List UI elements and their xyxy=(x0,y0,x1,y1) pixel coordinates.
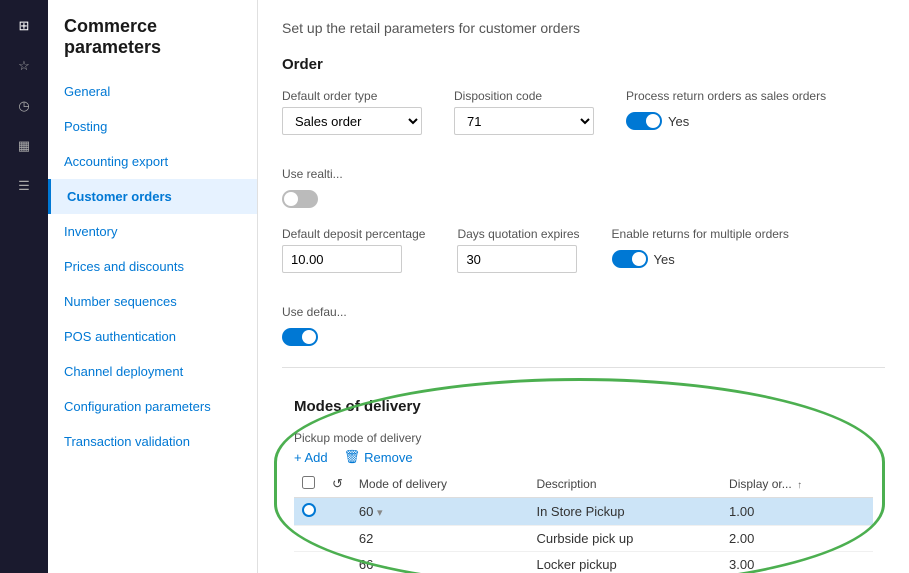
days-quotation-input[interactable] xyxy=(457,245,577,273)
row-select-cell[interactable] xyxy=(294,498,324,526)
table-header-row: ↺ Mode of delivery Description Display o… xyxy=(294,471,873,498)
nav-icon-recent[interactable]: ◷ xyxy=(4,88,44,124)
table-row[interactable]: 62 Curbside pick up 2.00 xyxy=(294,526,873,552)
sidebar-item-transaction-validation[interactable]: Transaction validation xyxy=(48,424,257,459)
sidebar-item-pos-authentication[interactable]: POS authentication xyxy=(48,319,257,354)
col-refresh: ↺ xyxy=(324,471,351,498)
sidebar-item-configuration-parameters[interactable]: Configuration parameters xyxy=(48,389,257,424)
row-display-order-cell: 3.00 xyxy=(721,552,873,573)
row-select-cell[interactable] xyxy=(294,526,324,552)
remove-button[interactable]: 🗑 Remove xyxy=(344,449,413,465)
sidebar-item-posting[interactable]: Posting xyxy=(48,109,257,144)
row-description-cell: Locker pickup xyxy=(528,552,721,573)
use-realtime-group: Use realti... xyxy=(282,167,343,213)
row-mode-cell: 60 ▾ xyxy=(351,498,529,526)
sidebar-item-general[interactable]: General xyxy=(48,74,257,109)
sidebar-title: Commerce parameters xyxy=(48,16,257,74)
default-deposit-input[interactable] xyxy=(282,245,402,273)
use-default-label: Use defau... xyxy=(282,305,347,319)
col-description: Description xyxy=(528,471,721,498)
days-quotation-label: Days quotation expires xyxy=(457,227,579,241)
action-bar: + Add 🗑 Remove xyxy=(294,449,873,465)
nav-icon-home[interactable]: ⊞ xyxy=(4,8,44,44)
use-default-toggle[interactable] xyxy=(282,328,318,346)
default-order-type-select[interactable]: Sales order Purchase order xyxy=(282,107,422,135)
delivery-table: ↺ Mode of delivery Description Display o… xyxy=(294,471,873,573)
use-realtime-label: Use realti... xyxy=(282,167,343,181)
enable-returns-label: Enable returns for multiple orders xyxy=(612,227,789,241)
disposition-code-label: Disposition code xyxy=(454,89,594,103)
nav-icon-menu[interactable]: ☰ xyxy=(4,168,44,204)
process-return-label: Process return orders as sales orders xyxy=(626,89,826,103)
col-select xyxy=(294,471,324,498)
row-display-order-cell: 1.00 xyxy=(721,498,873,526)
default-order-type-group: Default order type Sales order Purchase … xyxy=(282,89,422,135)
sidebar-item-customer-orders[interactable]: Customer orders xyxy=(48,179,257,214)
row-description-cell: Curbside pick up xyxy=(528,526,721,552)
default-order-type-label: Default order type xyxy=(282,89,422,103)
days-quotation-group: Days quotation expires xyxy=(457,227,579,273)
default-deposit-label: Default deposit percentage xyxy=(282,227,425,241)
disposition-code-select[interactable]: 71 72 xyxy=(454,107,594,135)
order-form-row-1: Default order type Sales order Purchase … xyxy=(282,89,885,213)
trash-icon: 🗑 xyxy=(344,449,361,465)
delivery-section: Modes of delivery Pickup mode of deliver… xyxy=(282,388,885,573)
row-mode-cell: 66 xyxy=(351,552,529,573)
page-subtitle: Set up the retail parameters for custome… xyxy=(282,20,885,36)
sidebar-item-channel-deployment[interactable]: Channel deployment xyxy=(48,354,257,389)
row-display-order-cell: 2.00 xyxy=(721,526,873,552)
col-mode: Mode of delivery xyxy=(351,471,529,498)
row-select-cell[interactable] xyxy=(294,552,324,573)
order-section-title: Order xyxy=(282,56,885,73)
enable-returns-toggle[interactable] xyxy=(612,250,648,268)
enable-returns-group: Enable returns for multiple orders Yes xyxy=(612,227,789,273)
sidebar: Commerce parameters General Posting Acco… xyxy=(48,0,258,573)
process-return-toggle[interactable] xyxy=(626,112,662,130)
row-mode-cell: 62 xyxy=(351,526,529,552)
sidebar-item-number-sequences[interactable]: Number sequences xyxy=(48,284,257,319)
use-realtime-toggle[interactable] xyxy=(282,190,318,208)
sidebar-item-inventory[interactable]: Inventory xyxy=(48,214,257,249)
col-display-order: Display or... ↑ xyxy=(721,471,873,498)
add-button[interactable]: + Add xyxy=(294,449,328,465)
main-content: Set up the retail parameters for custome… xyxy=(258,0,909,573)
refresh-icon: ↺ xyxy=(332,476,343,491)
row-edit-cell xyxy=(324,498,351,526)
select-all-checkbox[interactable] xyxy=(302,476,315,489)
pickup-label: Pickup mode of delivery xyxy=(294,431,873,445)
row-description-cell: In Store Pickup xyxy=(528,498,721,526)
nav-icon-star[interactable]: ☆ xyxy=(4,48,44,84)
delivery-section-title: Modes of delivery xyxy=(294,398,873,415)
disposition-code-group: Disposition code 71 72 xyxy=(454,89,594,135)
table-row[interactable]: 66 Locker pickup 3.00 xyxy=(294,552,873,573)
use-default-group: Use defau... xyxy=(282,305,347,351)
sidebar-item-accounting-export[interactable]: Accounting export xyxy=(48,144,257,179)
section-divider xyxy=(282,367,885,368)
row-edit-cell xyxy=(324,526,351,552)
enable-returns-yes: Yes xyxy=(654,252,675,267)
sidebar-item-prices-discounts[interactable]: Prices and discounts xyxy=(48,249,257,284)
process-return-group: Process return orders as sales orders Ye… xyxy=(626,89,826,135)
table-row[interactable]: 60 ▾ In Store Pickup 1.00 xyxy=(294,498,873,526)
icon-nav: ⊞ ☆ ◷ ▦ ☰ xyxy=(0,0,48,573)
order-form-row-2: Default deposit percentage Days quotatio… xyxy=(282,227,885,351)
default-deposit-group: Default deposit percentage xyxy=(282,227,425,273)
row-edit-cell xyxy=(324,552,351,573)
process-return-yes: Yes xyxy=(668,114,689,129)
nav-icon-grid[interactable]: ▦ xyxy=(4,128,44,164)
row-radio[interactable] xyxy=(302,503,316,517)
